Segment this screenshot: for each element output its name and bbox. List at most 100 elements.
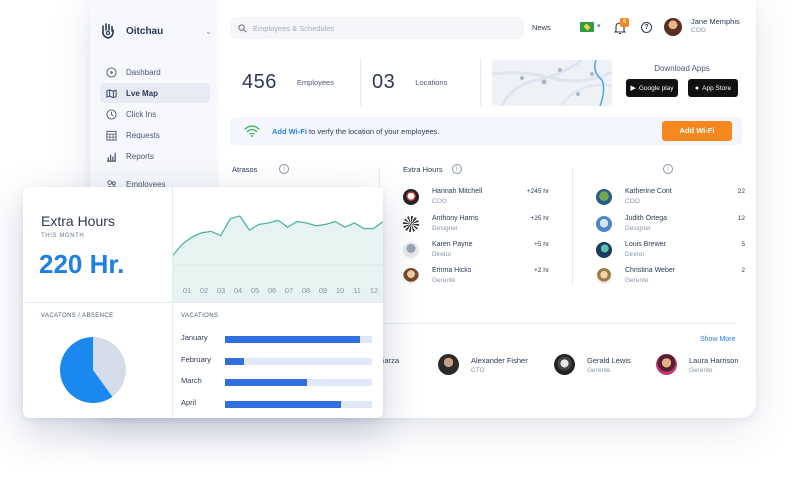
avatar xyxy=(596,268,612,284)
info-icon[interactable]: i xyxy=(663,164,673,174)
list-item[interactable]: Judith Ortega Designer 12 xyxy=(596,214,748,236)
add-wifi-link[interactable]: Add Wi-Fi xyxy=(272,127,307,136)
list-item[interactable]: Karen Payne Diretor +5 hr xyxy=(403,240,563,262)
person-role: Gerente xyxy=(625,277,649,284)
vacations-absence-title: VACATONS / ABSENCE xyxy=(41,313,114,319)
google-play-button[interactable]: ▶ Google play xyxy=(626,79,678,97)
list-item[interactable]: Katherine Cont COO 22 xyxy=(596,187,748,209)
extra-hours-card: Extra Hours THIS MONTH 220 Hr. 01 02 03 04 0… xyxy=(23,187,383,418)
month-tick-label: 05 xyxy=(250,286,260,295)
avatar xyxy=(596,189,612,205)
month-tick-label: 11 xyxy=(353,286,361,295)
month-tick-label: 06 xyxy=(267,286,277,295)
wifi-banner: Add Wi-Fi to verfy the location of your … xyxy=(230,117,742,145)
month-tick-label: 12 xyxy=(369,286,379,295)
sidebar-item-live-map[interactable]: Lve Map xyxy=(100,83,210,103)
apple-icon: ● xyxy=(694,84,700,92)
topbar: News ▾ 6 ? Jane Memphis COO xyxy=(230,17,746,39)
person-value: +245 hr xyxy=(526,188,549,195)
divider xyxy=(23,302,383,303)
sidebar-nav: Dashbard Lve Map Click Ins Requests Repo… xyxy=(100,62,210,195)
show-more-link[interactable]: Show More xyxy=(700,336,735,343)
divider xyxy=(346,323,736,324)
sidebar-item-label: Lve Map xyxy=(126,88,159,98)
vacations-title: VACATIONS xyxy=(181,313,219,319)
info-icon[interactable]: i xyxy=(451,164,462,174)
atrasos-label: Atrasos xyxy=(232,164,258,174)
extra-hours-area-chart xyxy=(173,215,383,302)
user-name[interactable]: Jane Memphis xyxy=(691,17,740,26)
app-store-button[interactable]: ● App Store xyxy=(688,79,738,97)
avatar[interactable] xyxy=(664,18,682,36)
avatar xyxy=(403,268,419,284)
avatar xyxy=(403,216,419,232)
avatar xyxy=(554,354,575,375)
sidebar-item-requests[interactable]: Requests xyxy=(100,125,210,145)
third-column-title: i xyxy=(663,164,673,174)
person-role: Gerente xyxy=(432,277,456,284)
month-tick-label: 10 xyxy=(335,286,345,295)
chevron-down-icon[interactable]: ⌄ xyxy=(205,27,212,36)
clock-icon xyxy=(106,108,117,120)
bar-row[interactable]: January xyxy=(181,333,376,343)
bar-chart-icon xyxy=(106,152,117,162)
person-value: 5 xyxy=(741,241,745,248)
bar-category-label: March xyxy=(181,376,202,385)
list-item[interactable]: Christina Weber Gerente 2 xyxy=(596,266,748,288)
person-value: +5 hr xyxy=(534,241,549,248)
play-store-icon: ▶ xyxy=(630,85,636,92)
person-value: +25 hr xyxy=(530,215,549,222)
mini-map[interactable] xyxy=(492,60,612,106)
news-link[interactable]: News xyxy=(532,23,551,32)
list-item[interactable]: Hannah Mitchell COO +245 hr xyxy=(403,187,563,209)
employees-count: 456 xyxy=(242,70,277,93)
add-wifi-button[interactable]: Add Wi-Fi xyxy=(662,121,732,141)
list-item[interactable]: Emma Hicks Gerente +2 hr xyxy=(403,266,563,288)
locations-label: Locations xyxy=(415,77,448,87)
chevron-down-icon[interactable]: ▾ xyxy=(597,22,601,30)
brand[interactable]: Oitchau ⌄ xyxy=(100,16,212,46)
month-tick-label: 04 xyxy=(233,286,243,295)
bar-row[interactable]: April xyxy=(181,398,376,408)
person-name: Karen Payne xyxy=(432,241,473,248)
sidebar-item-label: Requests xyxy=(126,130,160,140)
calendar-grid-icon xyxy=(106,130,117,141)
info-icon[interactable]: i xyxy=(279,164,290,174)
search-input[interactable] xyxy=(253,23,503,33)
map-graphic xyxy=(492,60,612,106)
bar-fill xyxy=(225,379,308,386)
sidebar-item-dashboard[interactable]: Dashbard xyxy=(100,62,210,82)
divider xyxy=(480,58,481,106)
help-icon[interactable]: ? xyxy=(641,22,652,33)
wifi-banner-text: Add Wi-Fi to verfy the location of your … xyxy=(272,127,440,136)
map-icon xyxy=(106,88,117,98)
avatar xyxy=(438,354,459,375)
person-role: COO xyxy=(432,198,447,205)
person-role: Diretor xyxy=(625,251,645,258)
list-item[interactable]: Anthony Harris Designer +25 hr xyxy=(403,214,563,236)
extra-hours-total: 220 Hr. xyxy=(39,249,125,279)
employees-stat[interactable]: 456 Employees xyxy=(242,58,334,106)
person-role: Designer xyxy=(625,225,652,232)
person-value: 22 xyxy=(737,188,745,195)
list-item[interactable]: Louis Brewer Diretor 5 xyxy=(596,240,748,262)
bar-fill xyxy=(225,336,361,343)
month-tick-label: 09 xyxy=(318,286,328,295)
person-name: Anthony Harris xyxy=(432,215,479,222)
month-tick-label: 08 xyxy=(301,286,311,295)
person-role: Gerente xyxy=(689,367,713,374)
hand-logo-icon xyxy=(102,23,114,39)
person-value: 2 xyxy=(741,267,745,274)
play-circle-icon xyxy=(106,66,117,78)
search-box[interactable] xyxy=(230,17,524,39)
locations-stat[interactable]: 03 Locations xyxy=(372,58,447,106)
month-tick-label: 02 xyxy=(199,286,209,295)
sidebar-item-reports[interactable]: Reports xyxy=(100,146,210,166)
brazil-flag-icon[interactable] xyxy=(580,22,594,32)
person-name: Judith Ortega xyxy=(625,215,668,222)
bar-row[interactable]: March xyxy=(181,376,376,386)
bar-row[interactable]: February xyxy=(181,355,376,365)
sidebar-item-click-ins[interactable]: Click Ins xyxy=(100,104,210,124)
avatar xyxy=(656,354,677,375)
person-name: Emma Hicks xyxy=(432,267,472,274)
